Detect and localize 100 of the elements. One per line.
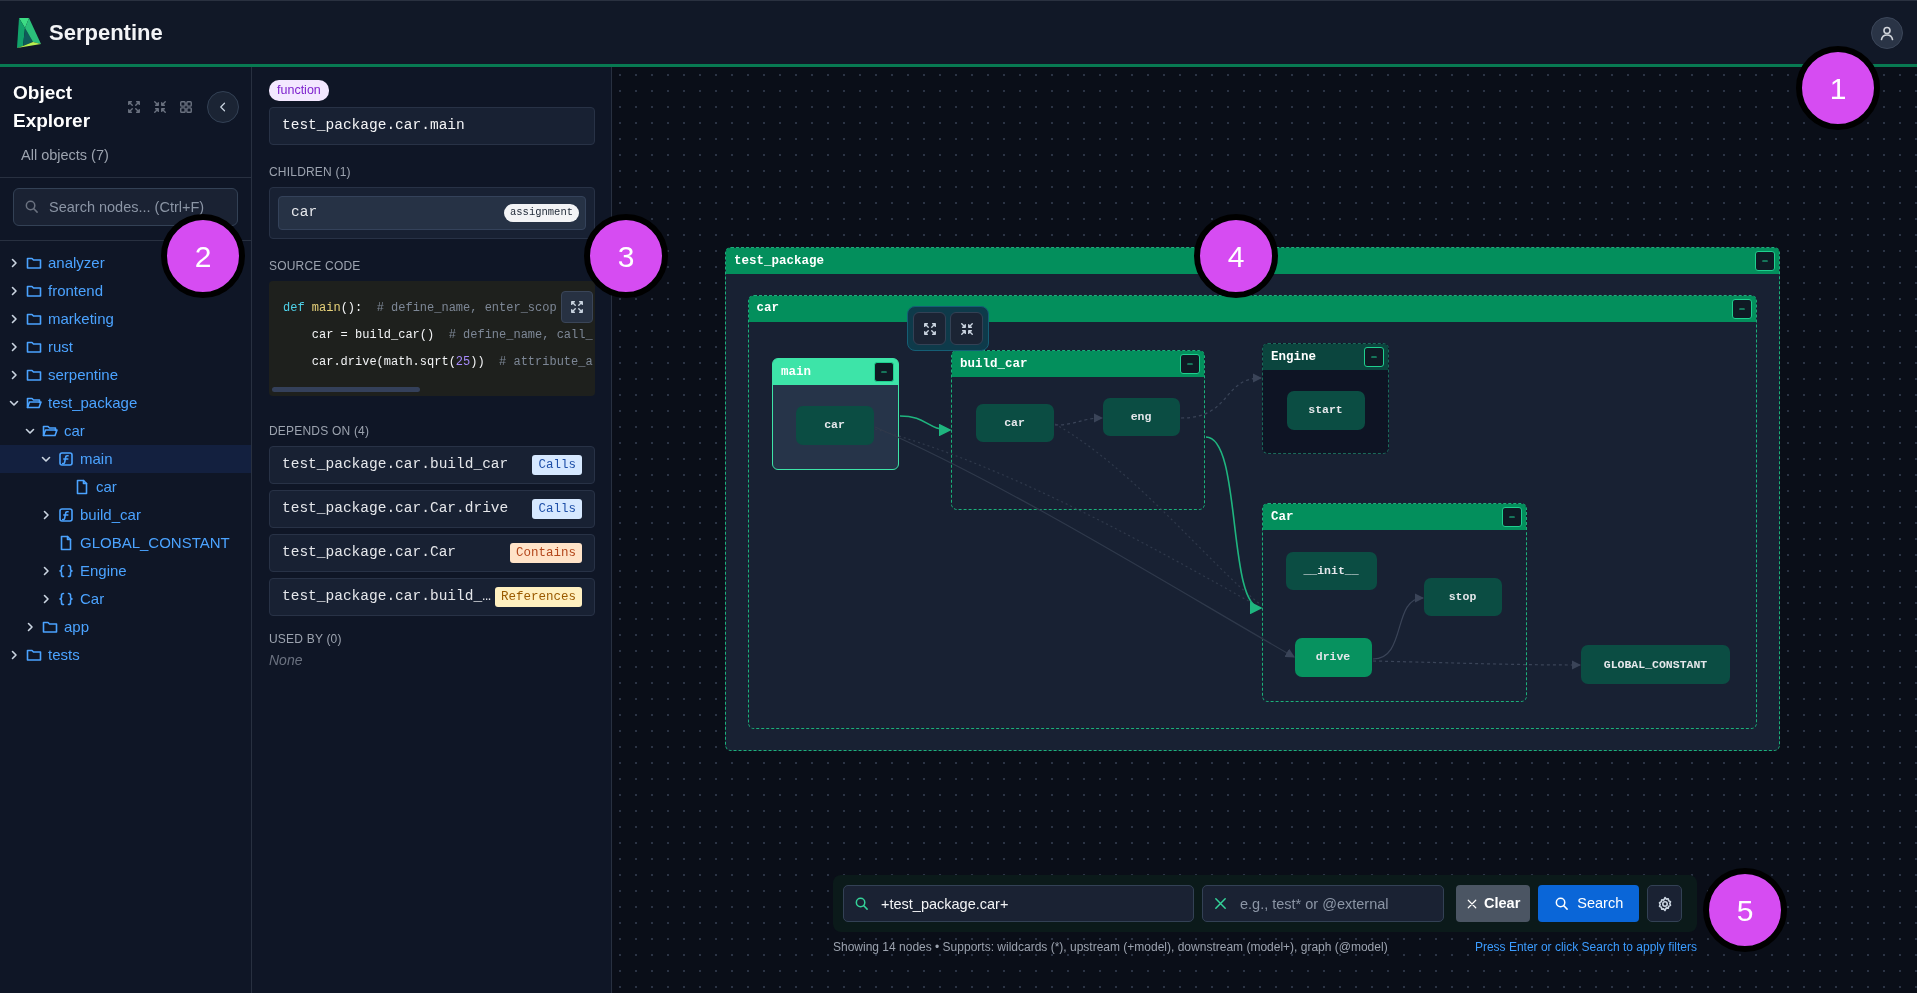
exclude-box[interactable]: e.g., test* or @external [1202,885,1444,922]
dependency-name: test_package.car.Car.drive [282,499,509,519]
child-name: car [291,203,318,223]
collapse-button[interactable] [1364,347,1384,367]
tree-item[interactable]: test_package [0,388,144,417]
panel-title: Object Explorer [13,81,92,133]
braces-icon [58,590,74,607]
graph-node[interactable]: GLOBAL_CONSTANT [1581,645,1730,684]
group-title: Engine [1271,348,1316,366]
search-button[interactable]: Search [1538,885,1640,922]
tree-item[interactable]: tests [0,640,86,669]
relation-badge: Calls [532,498,582,520]
search-icon [24,199,39,215]
collapse-button[interactable] [950,312,983,345]
status-text: Showing 14 nodes • Supports: wildcards (*), upstream (+model), downstream (model+), graph (@model) [833,939,1388,956]
graph-node[interactable]: car [795,405,874,445]
dependency-item[interactable]: test_package.car.Car Contains [269,534,595,572]
dependency-item[interactable]: test_package.car.Car.drive Calls [269,490,595,528]
tree-item[interactable]: build_car [0,500,147,529]
tree-item[interactable]: Car [0,584,111,613]
tree-item[interactable]: rust [0,332,79,361]
expand-icon[interactable] [127,100,141,114]
group-title: build_car [960,355,1028,373]
collapse-button[interactable] [1755,251,1775,271]
collapse-icon [959,321,974,336]
dependency-name: test_package.car.Car [282,543,457,563]
logo-icon [17,17,41,48]
exclude-icon [1213,896,1228,911]
relation-badge: Calls [532,454,582,476]
user-icon [1879,24,1895,41]
kind-badge: assignment [504,204,579,222]
tree-item[interactable]: app [0,612,96,641]
expand-button[interactable] [913,312,946,345]
brand-name: Serpentine [49,19,163,47]
scrollbar[interactable] [272,387,420,392]
braces-icon [58,562,74,579]
expand-icon [570,300,584,314]
tree-item[interactable]: GLOBAL_CONSTANT [0,528,236,557]
search-icon [1554,896,1570,911]
search-icon [854,896,869,911]
grid-icon[interactable] [179,100,193,114]
object-count: All objects (7) [20,146,110,165]
type-badge: function [269,80,329,101]
section-heading: CHILDREN (1) [269,164,352,181]
tree-item[interactable]: car [0,472,123,501]
search-box[interactable]: Search nodes... (Ctrl+F) [13,187,238,226]
select-box[interactable]: +test_package.car+ [843,885,1194,922]
section-heading: USED BY (0) [269,631,343,648]
graph-node[interactable]: start [1286,390,1365,430]
tree-item[interactable]: car [0,416,91,445]
group-panel[interactable]: main car [772,358,899,470]
group-panel[interactable]: Engine start [1262,343,1389,454]
settings-button[interactable] [1647,885,1683,922]
group-title: Car [1271,508,1294,526]
graph-node[interactable]: stop [1423,577,1502,616]
collapse-button[interactable] [1180,354,1200,374]
exclude-field[interactable]: e.g., test* or @external [1238,886,1433,921]
tree-item[interactable]: marketing [0,304,120,333]
graph-node[interactable]: car [975,403,1054,442]
tree-item[interactable]: Engine [0,556,133,585]
dependency-item[interactable]: test_package.car.build_… References [269,578,595,616]
tree-item[interactable]: frontend [0,276,110,305]
group-panel[interactable]: Car __init__ stop drive [1262,503,1527,702]
group-title: car [756,300,779,318]
dependency-name: test_package.car.build_car [282,455,509,475]
code-line: car = build_car() # define_name, call_ [310,327,593,344]
expand-icon [922,321,937,336]
graph-node[interactable]: eng [1102,397,1180,436]
file-icon [58,534,74,551]
collapse-button[interactable] [1731,298,1752,319]
collapse-button[interactable] [1502,507,1522,527]
close-icon [1466,897,1478,910]
collapse-icon[interactable] [153,100,167,114]
tree-item[interactable]: analyzer [0,248,111,277]
tree-item[interactable]: main [0,444,251,473]
group-title: test_package [734,252,824,270]
tree-item[interactable]: serpentine [0,360,125,389]
user-avatar-button[interactable] [1871,16,1903,49]
hint-text: Press Enter or click Search to apply filters [1474,939,1697,956]
dependency-name: test_package.car.build_… [282,587,491,607]
collapse-button[interactable] [874,362,894,382]
child-item[interactable]: car assignment [278,196,586,230]
group-title: main [781,363,811,381]
expand-button[interactable] [561,291,593,323]
function-icon [58,450,74,467]
section-heading: DEPENDS ON (4) [269,423,371,440]
group-panel[interactable]: build_car car eng [951,350,1205,510]
section-heading: SOURCE CODE [269,258,362,275]
code-line: def main(): # define_name, enter_scop [283,300,557,317]
function-icon [58,506,74,523]
select-field[interactable]: +test_package.car+ [879,886,1183,921]
clear-button[interactable]: Clear [1456,885,1531,922]
relation-badge: References [495,586,582,608]
empty-text: None [269,651,304,670]
code-line: car.drive(math.sqrt(25)) # attribute_a [310,354,593,371]
dependency-item[interactable]: test_package.car.build_car Calls [269,446,595,484]
settings-icon [1656,895,1673,912]
graph-node[interactable]: __init__ [1285,551,1377,590]
file-icon [74,478,90,495]
object-name: test_package.car.main [269,107,595,145]
